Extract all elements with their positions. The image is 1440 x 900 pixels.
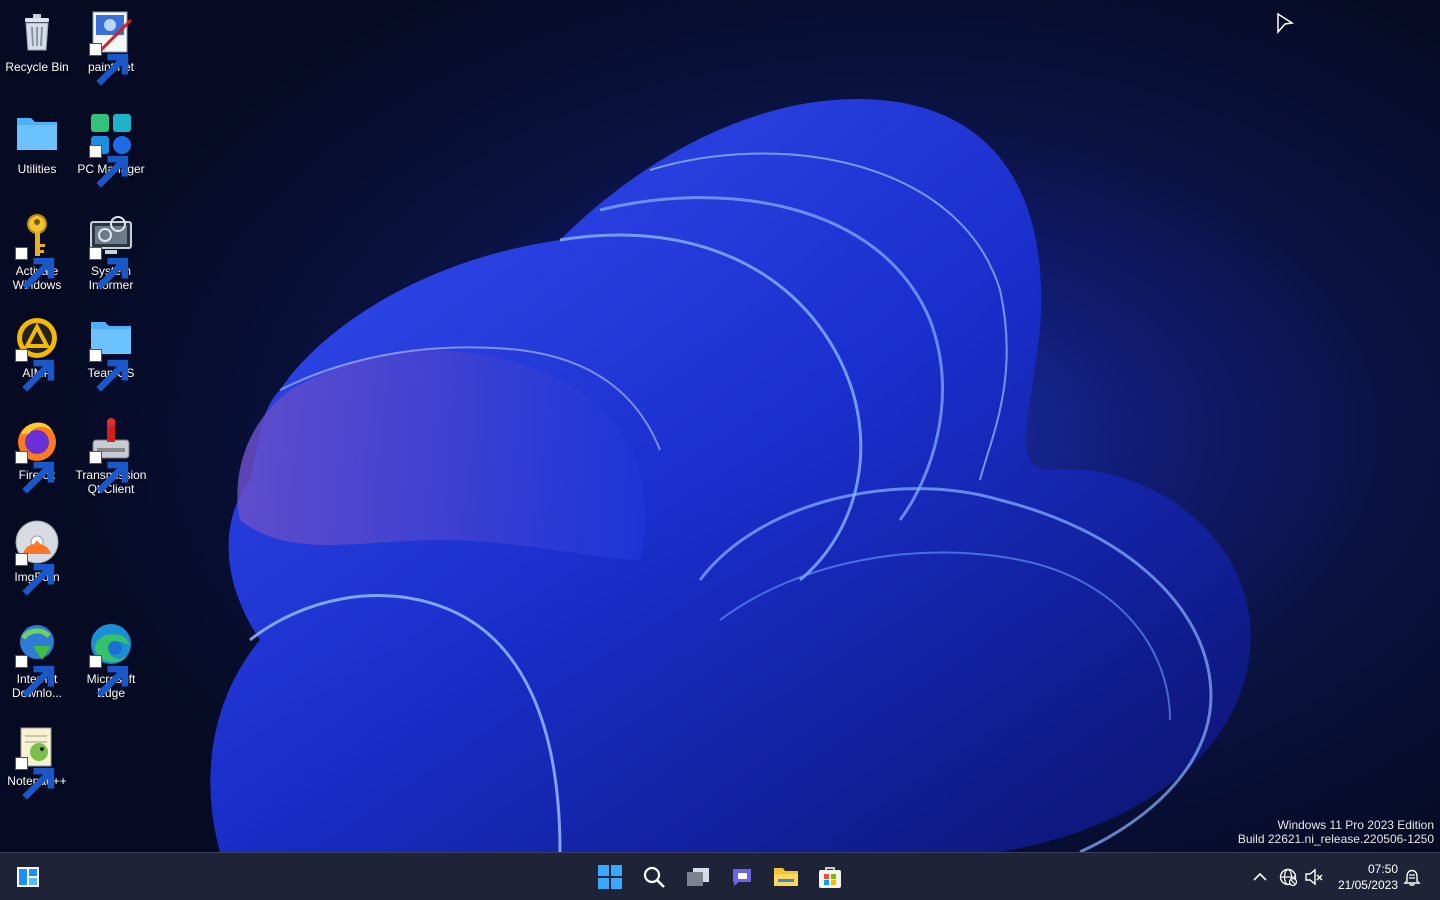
shortcut-arrow-icon — [15, 553, 55, 596]
aimp-icon — [13, 314, 61, 392]
desktop-icon-microsoft-edge[interactable]: Microsoft Edge — [73, 620, 149, 700]
mouse-cursor-icon — [1277, 12, 1294, 34]
shortcut-arrow-icon — [89, 43, 129, 86]
desktop-icon-aimp[interactable]: AIMP — [0, 314, 75, 392]
widgets-icon — [17, 867, 39, 887]
shortcut-arrow-icon — [15, 757, 55, 800]
desktop-icon-internet-download-manager[interactable]: Internet Downlo... — [0, 620, 75, 700]
desktop-icon-imgburn[interactable]: ImgBurn — [0, 518, 75, 596]
teams-chat-button[interactable] — [724, 861, 760, 893]
shortcut-arrow-icon — [89, 451, 129, 494]
key-icon — [13, 212, 61, 290]
desktop-icon-label: Recycle Bin — [5, 60, 69, 74]
shortcut-arrow-icon — [89, 349, 129, 392]
folder-icon — [87, 314, 135, 392]
desktop-icon-notepad-plus-plus[interactable]: Notepad++ — [0, 722, 75, 800]
clock-date: 21/05/2023 — [1337, 878, 1398, 892]
paint-net-icon — [87, 8, 135, 86]
shortcut-arrow-icon — [15, 655, 55, 698]
pc-manager-icon — [87, 110, 135, 188]
transmission-icon — [87, 416, 135, 494]
task-view-button[interactable] — [680, 861, 716, 893]
wallpaper-bloom — [210, 99, 1251, 852]
taskbar: 07:50 21/05/2023 — [0, 852, 1440, 900]
task-view-icon — [687, 868, 709, 886]
clock-time: 07:50 — [1367, 862, 1398, 876]
search-icon — [643, 866, 665, 888]
desktop-icon-transmission[interactable]: Transmission Qt Client — [73, 416, 149, 496]
volume-muted-icon[interactable] — [1304, 867, 1324, 887]
system-informer-icon — [87, 212, 135, 290]
clock[interactable]: 07:50 21/05/2023 — [1338, 861, 1398, 893]
recycle-bin-icon — [13, 8, 61, 56]
widgets-button[interactable] — [10, 861, 46, 893]
search-button[interactable] — [636, 861, 672, 893]
folder-icon — [13, 110, 61, 158]
chevron-up-icon[interactable] — [1250, 867, 1270, 887]
network-icon[interactable] — [1278, 867, 1298, 887]
edge-icon — [87, 620, 135, 698]
desktop-icon-utilities[interactable]: Utilities — [0, 110, 75, 176]
microsoft-store-button[interactable] — [812, 861, 848, 893]
desktop-icon-label: Utilities — [17, 162, 57, 176]
desktop-icon-activate-windows[interactable]: Activate Windows — [0, 212, 75, 292]
watermark-build: Build 22621.ni_release.220506-1250 — [1237, 832, 1434, 846]
desktop-icon-pc-manager[interactable]: PC Manager — [73, 110, 149, 188]
file-explorer-icon — [774, 868, 798, 886]
shortcut-arrow-icon — [15, 349, 55, 392]
desktop-icon-firefox[interactable]: Firefox — [0, 416, 75, 494]
notification-icon[interactable] — [1402, 867, 1422, 887]
firefox-icon — [13, 416, 61, 494]
desktop-icon-paint-net[interactable]: paint.net — [73, 8, 149, 86]
microsoft-store-icon — [819, 867, 841, 888]
notepadpp-icon — [13, 722, 61, 800]
desktop-icon-system-informer[interactable]: System Informer — [73, 212, 149, 292]
shortcut-arrow-icon — [89, 247, 129, 290]
windows-edition-watermark: Windows 11 Pro 2023 Edition Build 22621.… — [1238, 818, 1434, 846]
teams-chat-icon — [733, 869, 751, 886]
shortcut-arrow-icon — [15, 451, 55, 494]
desktop-icon-teamos[interactable]: TeamOS — [73, 314, 149, 392]
shortcut-arrow-icon — [89, 145, 129, 188]
start-icon — [598, 865, 622, 889]
shortcut-arrow-icon — [15, 247, 55, 290]
watermark-edition: Windows 11 Pro 2023 Edition — [1277, 818, 1434, 832]
file-explorer-button[interactable] — [768, 861, 804, 893]
internet-download-manager-icon — [13, 620, 61, 698]
shortcut-arrow-icon — [89, 655, 129, 698]
start-button[interactable] — [592, 861, 628, 893]
desktop-icon-recycle-bin[interactable]: Recycle Bin — [0, 8, 75, 74]
imgburn-icon — [13, 518, 61, 596]
